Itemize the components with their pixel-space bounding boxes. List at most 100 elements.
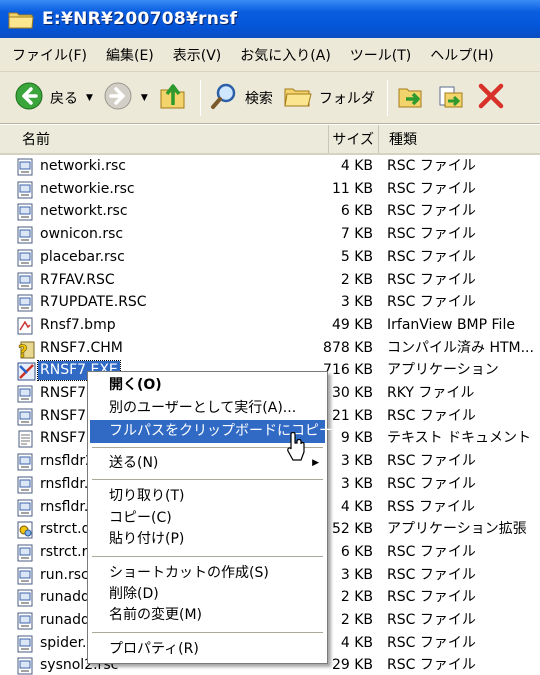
context-rename[interactable]: 名前の変更(M) [90,604,325,627]
folders-button[interactable]: フォルダ [283,78,375,118]
help-file-icon: ? [17,340,35,362]
file-name: networki.rsc [40,158,126,174]
file-row[interactable]: placebar.rsc 5 KB RSC ファイル [0,246,540,269]
context-paste[interactable]: 貼り付け(P) [90,528,325,551]
file-type: アプリケーション [387,362,499,379]
menu-help[interactable]: ヘルプ(H) [430,45,493,65]
move-to-icon [396,81,426,115]
column-type-header[interactable]: 種類 [379,125,417,153]
column-header: 名前 サイズ 種類 [0,125,540,155]
file-type: RSC ファイル [387,657,476,674]
file-name: RNSF7.CHM [40,339,123,356]
toolbar: 戻る ▼ ▼ 検索 フォルダ [0,72,540,124]
file-type: RSC ファイル [387,203,476,220]
folders-label: フォルダ [318,90,375,107]
file-type: RSC ファイル [387,612,476,628]
up-folder-button[interactable] [158,78,188,118]
context-properties[interactable]: プロパティ(R) [90,638,325,661]
copy-to-button[interactable] [436,78,466,118]
application-icon [17,362,36,381]
file-size: 2 KB [340,271,373,288]
menu-tools[interactable]: ツール(T) [350,45,411,65]
file-row[interactable]: networki.rsc 4 KB RSC ファイル [0,156,540,178]
send-to-label: 送る(N) [109,455,159,471]
menu-separator [92,479,323,480]
back-button[interactable]: 戻る ▼ [14,78,93,118]
file-type: RKY ファイル [387,385,475,401]
file-type: RSC ファイル [387,475,476,492]
file-row[interactable]: Rnsf7.bmp 49 KB IrfanView BMP File [0,314,540,337]
file-name: ownicon.rsc [40,226,124,243]
forward-dropdown-icon[interactable]: ▼ [141,93,148,103]
search-button[interactable]: 検索 [209,78,273,118]
resource-file-icon [17,635,35,653]
file-size: 878 KB [323,339,373,356]
file-size: 4 KB [340,158,373,174]
delete-button[interactable] [476,78,506,118]
file-size: 716 KB [323,362,373,379]
file-type: RSC ファイル [387,248,476,265]
file-row[interactable]: R7FAV.RSC 2 KB RSC ファイル [0,269,540,292]
context-copy[interactable]: コピー(C) [90,507,325,530]
file-size: 2 KB [340,589,373,606]
context-run-as[interactable]: 別のユーザーとして実行(A)... [90,397,325,420]
file-name: networkie.rsc [40,180,135,197]
file-row[interactable]: ownicon.rsc 7 KB RSC ファイル [0,223,540,246]
file-type: RSC ファイル [387,407,476,424]
file-size: 30 KB [331,385,373,401]
file-type: RSC ファイル [387,566,476,583]
file-size: 5 KB [340,248,373,265]
submenu-arrow-icon: ▶ [312,458,319,468]
file-name: RNSF7 [40,407,87,424]
folder-icon [8,9,34,29]
resource-file-icon [17,612,35,630]
resource-file-icon [17,158,35,176]
context-cut[interactable]: 切り取り(T) [90,485,325,508]
file-name: placebar.rsc [40,248,125,265]
file-size: 3 KB [340,566,373,583]
resource-file-icon [17,657,35,675]
file-row[interactable]: networkie.rsc 11 KB RSC ファイル [0,178,540,201]
file-size: 2 KB [340,612,373,628]
column-name-header[interactable]: 名前 [0,125,329,153]
file-row[interactable]: R7UPDATE.RSC 3 KB RSC ファイル [0,291,540,314]
dll-file-icon [17,521,35,539]
resource-file-icon [17,476,35,494]
search-label: 検索 [244,90,273,107]
file-type: RSC ファイル [387,453,476,470]
resource-file-icon [17,294,35,312]
context-open[interactable]: 開く(O) [90,374,325,397]
file-size: 4 KB [340,634,373,651]
file-type: RSC ファイル [387,271,476,288]
mouse-cursor-icon [285,431,307,462]
search-icon [209,81,239,115]
file-type: RSC ファイル [387,589,476,606]
resource-file-icon [17,589,35,607]
file-name: RNSF7 [40,430,87,447]
resource-file-icon [17,567,35,585]
toolbar-separator [199,79,201,116]
menu-favorites[interactable]: お気に入り(A) [240,45,331,65]
menu-file[interactable]: ファイル(F) [12,45,87,65]
file-size: 11 KB [331,180,373,197]
resource-file-icon [17,249,35,267]
menu-view[interactable]: 表示(V) [173,45,222,65]
context-create-shortcut[interactable]: ショートカットの作成(S) [90,562,325,585]
back-dropdown-icon[interactable]: ▼ [86,93,93,103]
title-bar[interactable]: E:¥NR¥200708¥rnsf [0,0,540,38]
file-size: 9 KB [340,430,373,447]
window-title: E:¥NR¥200708¥rnsf [42,9,238,29]
bitmap-file-icon [17,317,35,335]
move-to-button[interactable] [396,78,426,118]
menu-edit[interactable]: 編集(E) [106,45,154,65]
toolbar-separator [386,79,388,116]
forward-button[interactable]: ▼ [103,78,148,118]
file-name: spider.r [40,634,93,651]
file-name: R7FAV.RSC [40,271,115,288]
file-size: 49 KB [331,316,373,333]
context-delete[interactable]: 削除(D) [90,583,325,606]
forward-arrow-icon [103,81,133,115]
file-row[interactable]: networkt.rsc 6 KB RSC ファイル [0,200,540,223]
column-size-header[interactable]: サイズ [329,125,379,153]
file-row[interactable]: ? RNSF7.CHM 878 KB コンパイル済み HTM... [0,337,540,362]
